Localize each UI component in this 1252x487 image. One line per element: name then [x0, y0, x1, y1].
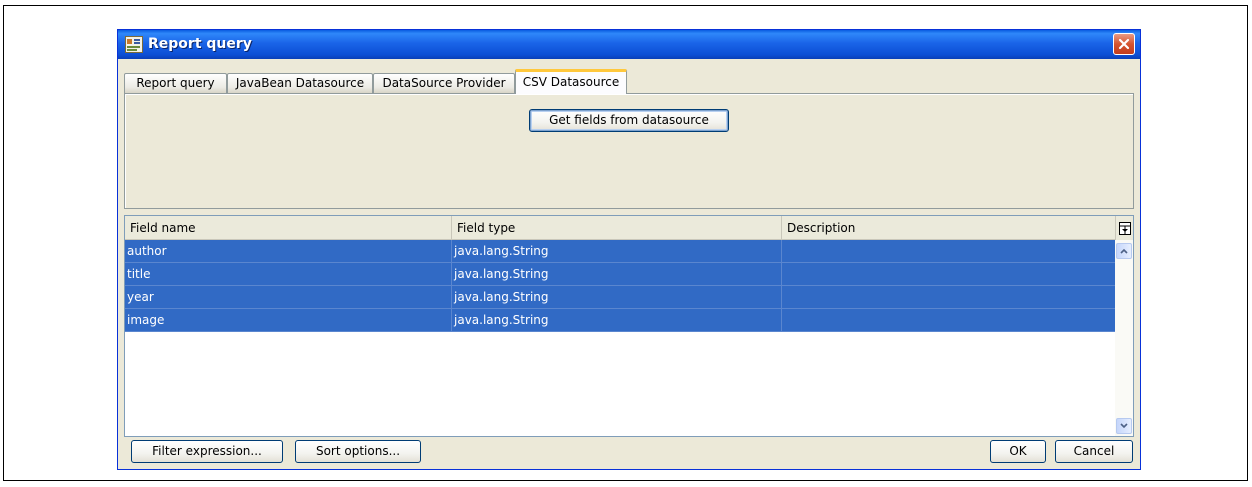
cancel-button[interactable]: Cancel: [1055, 440, 1133, 463]
cell-description[interactable]: [782, 263, 1115, 285]
table-header: Field name Field type Description: [125, 216, 1115, 240]
fields-table: Field name Field type Description author…: [124, 215, 1134, 437]
scroll-up-button[interactable]: [1116, 243, 1132, 259]
tab-javabean-datasource[interactable]: JavaBean Datasource: [227, 73, 373, 93]
dialog-title: Report query: [148, 36, 252, 52]
tab-csv-datasource[interactable]: CSV Datasource: [515, 69, 627, 94]
vertical-scrollbar[interactable]: [1115, 240, 1133, 436]
close-icon: [1118, 38, 1130, 50]
table-row[interactable]: year java.lang.String: [125, 286, 1115, 309]
table-row[interactable]: image java.lang.String: [125, 309, 1115, 332]
column-header-field-type[interactable]: Field type: [452, 216, 782, 239]
tab-report-query[interactable]: Report query: [124, 73, 227, 93]
cell-field-type[interactable]: java.lang.String: [452, 286, 782, 308]
csv-datasource-panel: Get fields from datasource: [124, 93, 1134, 209]
column-header-description[interactable]: Description: [782, 216, 1115, 239]
cell-field-name[interactable]: image: [125, 309, 452, 331]
close-button[interactable]: [1113, 33, 1135, 55]
cell-field-name[interactable]: title: [125, 263, 452, 285]
column-header-field-name[interactable]: Field name: [125, 216, 452, 239]
column-chooser-icon: [1118, 221, 1131, 235]
tab-datasource-provider[interactable]: DataSource Provider: [373, 73, 515, 93]
cell-description[interactable]: [782, 286, 1115, 308]
cell-field-type[interactable]: java.lang.String: [452, 309, 782, 331]
report-query-dialog: Report query Report query JavaBean Datas…: [117, 29, 1141, 470]
cell-field-type[interactable]: java.lang.String: [452, 263, 782, 285]
cell-description[interactable]: [782, 309, 1115, 331]
sort-options-button[interactable]: Sort options...: [295, 440, 421, 463]
table-row[interactable]: author java.lang.String: [125, 240, 1115, 263]
scroll-up-icon: [1120, 248, 1128, 254]
report-query-icon: [125, 36, 143, 53]
cell-description[interactable]: [782, 240, 1115, 262]
title-bar[interactable]: Report query: [118, 30, 1140, 59]
ok-button[interactable]: OK: [990, 440, 1046, 463]
filter-expression-button[interactable]: Filter expression...: [131, 440, 283, 463]
scroll-down-icon: [1120, 423, 1128, 429]
cell-field-name[interactable]: year: [125, 286, 452, 308]
get-fields-button[interactable]: Get fields from datasource: [529, 109, 729, 132]
cell-field-name[interactable]: author: [125, 240, 452, 262]
table-row[interactable]: title java.lang.String: [125, 263, 1115, 286]
column-chooser-button[interactable]: [1115, 216, 1133, 240]
scroll-down-button[interactable]: [1116, 418, 1132, 434]
cell-field-type[interactable]: java.lang.String: [452, 240, 782, 262]
table-body: author java.lang.String title java.lang.…: [125, 240, 1115, 332]
